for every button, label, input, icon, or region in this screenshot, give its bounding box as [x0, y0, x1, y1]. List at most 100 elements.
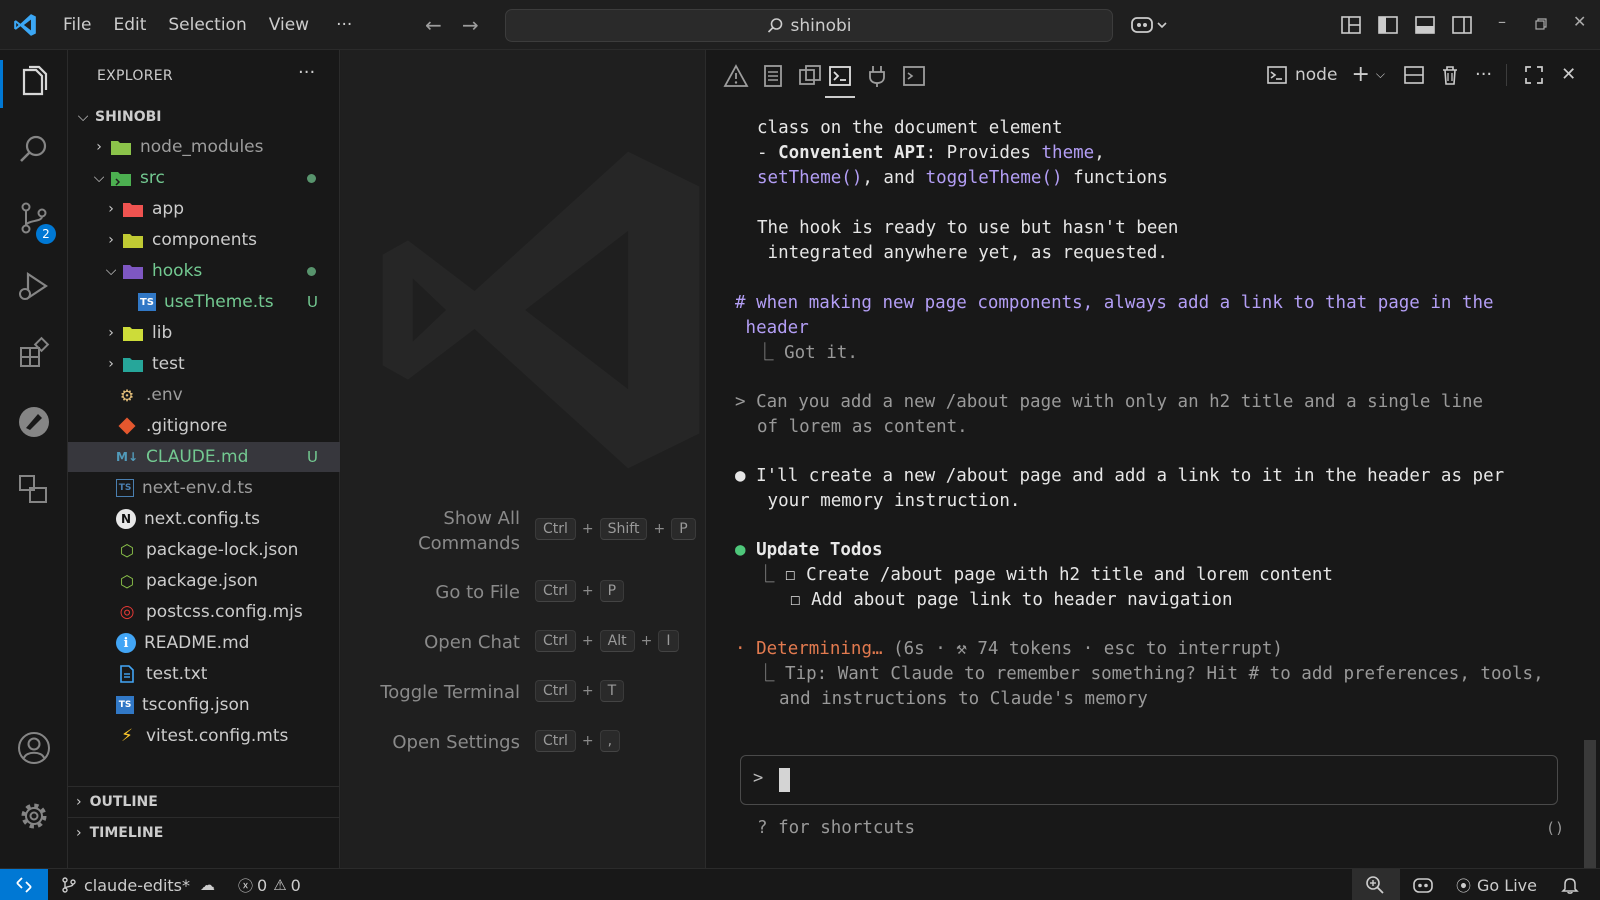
- split-terminal-icon[interactable]: [1403, 64, 1425, 86]
- chevron-right-icon: ›: [96, 139, 102, 155]
- containers-icon[interactable]: [16, 472, 52, 508]
- editor-area[interactable]: Show All Commands Ctrl + Shift + P Go to Fi…: [341, 50, 705, 868]
- account-icon[interactable]: [16, 730, 52, 766]
- remote-indicator[interactable]: [0, 869, 48, 900]
- toggle-panel-icon[interactable]: [1414, 14, 1436, 36]
- explorer-icon[interactable]: [16, 64, 52, 100]
- minimize-icon[interactable]: –: [1498, 12, 1506, 31]
- tree-item-claude-md[interactable]: M↓ CLAUDE.md U: [68, 442, 340, 472]
- claude-prompt-input[interactable]: >: [740, 755, 1558, 805]
- debug-console-icon[interactable]: [796, 62, 824, 90]
- terminal-line: ⎿ Got it.: [735, 343, 858, 363]
- tree-item-package-json[interactable]: ⬡ package.json: [68, 566, 340, 596]
- tree-item-src[interactable]: ⌵ src: [68, 163, 340, 193]
- menu-edit[interactable]: Edit: [102, 15, 157, 35]
- more-actions-icon[interactable]: ···: [1475, 64, 1492, 85]
- tree-item-hooks[interactable]: ⌵ hooks: [68, 256, 340, 286]
- prompt-caret: >: [753, 768, 764, 788]
- shortcut-open-settings: Open Settings Ctrl + ,: [341, 730, 705, 780]
- notifications-bell-icon[interactable]: [1560, 875, 1580, 895]
- new-terminal-plus-icon[interactable]: +: [1351, 62, 1369, 87]
- tree-item-env[interactable]: ⚙ .env: [68, 380, 340, 410]
- tree-item-gitignore[interactable]: .gitignore: [68, 411, 340, 441]
- restore-icon[interactable]: [1535, 18, 1547, 30]
- zoom-icon[interactable]: [1365, 875, 1385, 895]
- terminal-scrollbar[interactable]: [1584, 740, 1596, 868]
- remote-explorer-icon[interactable]: [16, 404, 52, 440]
- nextjs-icon: N: [116, 509, 136, 529]
- terminal-status-line: · Determining… (6s · ⚒ 74 tokens · esc t…: [735, 639, 1283, 659]
- tree-item-components[interactable]: › components: [68, 225, 340, 255]
- outline-section[interactable]: › OUTLINE: [68, 786, 340, 816]
- command-center-search[interactable]: shinobi: [505, 9, 1113, 42]
- tree-item-vitest[interactable]: ⚡ vitest.config.mts: [68, 721, 340, 751]
- branch-indicator[interactable]: claude-edits* ☁: [60, 869, 215, 900]
- timeline-section[interactable]: › TIMELINE: [68, 817, 340, 847]
- terminal-alt-icon[interactable]: [900, 62, 928, 90]
- forward-arrow-icon[interactable]: →: [462, 13, 479, 37]
- menu-selection[interactable]: Selection: [157, 15, 257, 35]
- copilot-icon[interactable]: [1130, 14, 1168, 36]
- maximize-panel-icon[interactable]: [1523, 64, 1545, 86]
- terminal-name[interactable]: node: [1295, 65, 1337, 85]
- item-label: vitest.config.mts: [146, 726, 289, 746]
- tree-item-test[interactable]: › test: [68, 349, 340, 379]
- terminal-line: - Convenient API: Provides theme,: [757, 143, 1105, 163]
- text-cursor: [779, 768, 790, 792]
- tree-item-next-env[interactable]: TS next-env.d.ts: [68, 473, 340, 503]
- vitest-file-icon: ⚡: [121, 726, 133, 746]
- chevron-right-icon: ›: [76, 824, 82, 841]
- shortcut-keys: Ctrl + ,: [535, 730, 621, 752]
- shortcut-keys: Ctrl + Shift + P: [535, 518, 696, 540]
- tree-item-readme[interactable]: i README.md: [68, 628, 340, 658]
- close-panel-icon[interactable]: ✕: [1561, 64, 1576, 85]
- search-icon[interactable]: [16, 132, 52, 168]
- tree-item-test-txt[interactable]: test.txt: [68, 659, 340, 689]
- tree-item-next-config[interactable]: N next.config.ts: [68, 504, 340, 534]
- shortcut-label: Go to File: [435, 582, 520, 603]
- shortcut-label: Show All Commands: [418, 508, 520, 554]
- close-window-icon[interactable]: ✕: [1573, 12, 1586, 31]
- active-tab-indicator: [825, 96, 855, 98]
- terminal-tip-line: and instructions to Claude's memory: [779, 689, 1148, 709]
- nodejs-file-icon: ⬡: [120, 571, 134, 591]
- tree-item-tsconfig[interactable]: TS tsconfig.json: [68, 690, 340, 720]
- run-debug-icon[interactable]: [16, 268, 52, 304]
- go-live-button[interactable]: ⦿ Go Live: [1456, 869, 1537, 900]
- trash-icon[interactable]: [1439, 64, 1461, 86]
- tree-item-package-lock[interactable]: ⬡ package-lock.json: [68, 535, 340, 565]
- tree-item-usetheme[interactable]: TS useTheme.ts U: [68, 287, 340, 317]
- menu-more[interactable]: ···: [320, 15, 363, 35]
- output-icon[interactable]: [759, 62, 787, 90]
- tree-item-lib[interactable]: › lib: [68, 318, 340, 348]
- item-label: test: [152, 354, 185, 374]
- source-control-badge: 2: [36, 224, 56, 244]
- menu-view[interactable]: View: [258, 15, 320, 35]
- item-label: tsconfig.json: [142, 695, 250, 715]
- tree-root[interactable]: ⌵ SHINOBI: [68, 102, 340, 132]
- menu-file[interactable]: File: [52, 15, 102, 35]
- toggle-secondary-sidebar-icon[interactable]: [1451, 14, 1473, 36]
- tree-item-app[interactable]: › app: [68, 194, 340, 224]
- shortcut-keys: Ctrl + T: [535, 680, 625, 702]
- problems-indicator[interactable]: ⓧ 0 ⚠ 0: [238, 869, 301, 900]
- tree-item-node-modules[interactable]: › node_modules: [68, 132, 340, 162]
- back-arrow-icon[interactable]: ←: [425, 13, 442, 37]
- customize-layout-icon[interactable]: [1340, 14, 1362, 36]
- terminal-icon[interactable]: [826, 62, 854, 90]
- problems-icon[interactable]: [722, 62, 750, 90]
- title-bar: File Edit Selection View ··· ← → shinobi…: [0, 0, 1600, 50]
- nodejs-file-icon: ⬡: [120, 540, 134, 560]
- extensions-icon[interactable]: [16, 336, 52, 372]
- settings-gear-icon[interactable]: [16, 798, 52, 834]
- folder-hooks-icon: [122, 261, 144, 281]
- postcss-file-icon: ◎: [119, 602, 135, 622]
- item-label: lib: [152, 323, 173, 343]
- toggle-primary-sidebar-icon[interactable]: [1377, 14, 1399, 36]
- copilot-status-icon[interactable]: [1412, 875, 1434, 895]
- tree-item-postcss[interactable]: ◎ postcss.config.mjs: [68, 597, 340, 627]
- sync-cloud-icon[interactable]: ☁: [200, 876, 215, 894]
- ports-icon[interactable]: [863, 62, 891, 90]
- chevron-down-icon[interactable]: ⌵: [1376, 67, 1385, 82]
- explorer-more-actions[interactable]: ···: [298, 62, 315, 83]
